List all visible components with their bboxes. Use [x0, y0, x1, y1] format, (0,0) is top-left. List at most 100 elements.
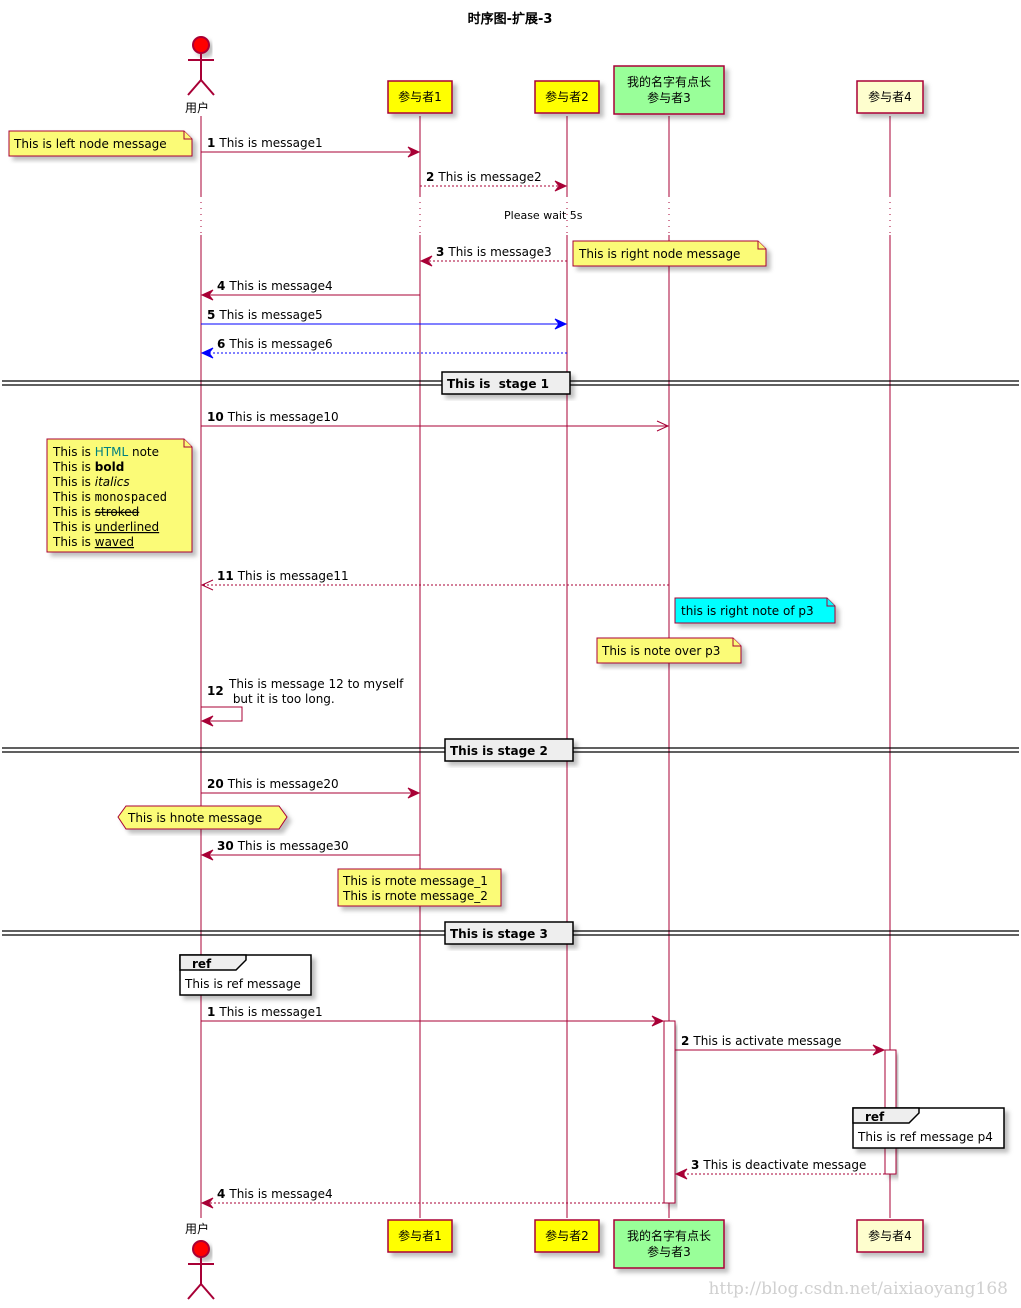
message: 3 This is message3 — [419, 245, 567, 267]
participant-p3: 我的名字有点长参与者3 — [613, 65, 725, 115]
note-text: This is rnote message_2 — [342, 889, 488, 903]
message-label: 11 This is message11 — [217, 569, 349, 583]
message-text: This is message5 — [218, 308, 322, 322]
message: 2 This is activate message — [675, 1034, 886, 1056]
ref-frame: ref This is ref message — [179, 954, 312, 996]
note-line-prefix: This is — [52, 475, 95, 489]
divider-label: This is stage 2 — [450, 744, 548, 758]
participant-p4: 参与者4 — [856, 1219, 924, 1253]
note-text: This is rnote message_1 — [342, 874, 488, 888]
hnote: This is hnote message — [117, 805, 288, 830]
ref-label: ref — [865, 1110, 885, 1124]
ref-frame: ref This is ref message p4 — [852, 1107, 1005, 1149]
diagram-title: 时序图-扩展-3 — [468, 11, 553, 27]
sequence-diagram: 时序图-扩展-3 Please wait 5s This is stage 1T… — [2, 11, 1019, 1300]
note-line-prefix: This is — [52, 535, 95, 549]
message: 10 This is message10 — [201, 410, 670, 432]
actor-legs-icon — [187, 78, 215, 96]
note-line-prefix: This is — [52, 490, 95, 504]
notes: This is left node message This is right n… — [8, 130, 1005, 1149]
message-text: This is message4 — [228, 279, 332, 293]
message-text: This is message4 — [228, 1187, 332, 1201]
message-text: This is message10 — [227, 410, 339, 424]
message-number: 2 — [681, 1034, 689, 1048]
message-number: 20 — [207, 777, 224, 791]
stage-divider: This is stage 1 — [2, 371, 1019, 395]
message: 11 This is message11 — [200, 569, 669, 591]
note-line-prefix: This is — [52, 460, 95, 474]
participant-label: 参与者2 — [545, 89, 589, 104]
message-label: 4 This is message4 — [217, 279, 333, 293]
note-html: This is HTML noteThis is boldThis is ita… — [46, 438, 193, 553]
divider-label: This is stage 3 — [450, 927, 548, 941]
message-number: 6 — [217, 337, 225, 351]
message-number: 5 — [207, 308, 215, 322]
message-text: This is message1 — [218, 136, 322, 150]
participant-box — [613, 65, 725, 115]
divider-label: This is stage 1 — [447, 377, 549, 391]
actor-label: 用户 — [185, 100, 209, 115]
note-line: This is bold — [52, 460, 124, 474]
note-line-prefix: This is — [52, 445, 95, 459]
participant-label: 参与者4 — [868, 1228, 912, 1243]
participant-p3: 我的名字有点长参与者3 — [613, 1219, 725, 1269]
actor-head-icon — [192, 36, 210, 54]
message: 12 This is message 12 to myself but it is… — [200, 677, 404, 727]
message-text: This is message20 — [227, 777, 339, 791]
rnote: This is rnote message_1This is rnote mes… — [337, 868, 502, 907]
ref-text: This is ref message — [184, 977, 301, 991]
note-line: This is italics — [52, 475, 130, 489]
delay-label: Please wait 5s — [504, 209, 583, 222]
message: 6 This is message6 — [200, 337, 567, 359]
message-number: 3 — [691, 1158, 699, 1172]
message-number: 4 — [217, 279, 225, 293]
message-label: 5 This is message5 — [207, 308, 323, 322]
note-fold — [183, 131, 192, 140]
messages: 1 This is message12 This is message23 This … — [200, 136, 886, 1209]
note-line: This is underlined — [52, 520, 159, 534]
participant-label: 参与者3 — [647, 90, 691, 105]
message: 1 This is message1 — [201, 1005, 665, 1027]
participant-label: 参与者1 — [398, 1228, 442, 1243]
actor-head-icon — [192, 1240, 210, 1258]
note-line-suffix: note — [128, 445, 159, 459]
ref-tab — [179, 954, 247, 971]
note-line: This is HTML note — [52, 445, 159, 459]
ref-text: This is ref message p4 — [857, 1130, 993, 1144]
message-label: 2 This is message2 — [426, 170, 542, 184]
participant-label: 参与者4 — [868, 89, 912, 104]
message-text: This is message1 — [218, 1005, 322, 1019]
note-line-styled: HTML — [95, 445, 129, 459]
participant-label: 我的名字有点长 — [627, 74, 711, 89]
note-fold — [732, 638, 741, 647]
message-text: This is message 12 to myself — [228, 677, 404, 691]
message: 20 This is message20 — [201, 777, 421, 799]
note-line-styled: italics — [95, 475, 130, 489]
message-number: 1 — [207, 136, 215, 150]
message-number: 11 — [217, 569, 234, 583]
ref-label: ref — [192, 957, 212, 971]
message-text: This is activate message — [692, 1034, 841, 1048]
actor-label: 用户 — [185, 1221, 209, 1236]
participant-box — [613, 1219, 725, 1269]
note-line-styled: stroked — [95, 505, 140, 519]
note-line-prefix: This is — [52, 505, 95, 519]
message: 4 This is message4 — [200, 279, 420, 301]
message-text: This is deactivate message — [702, 1158, 866, 1172]
note-over-p3: This is note over p3 — [596, 637, 742, 664]
arrowhead-icon — [200, 347, 214, 359]
message-text: This is message3 — [447, 245, 551, 259]
note-text: this is right note of p3 — [681, 604, 814, 618]
participant-label: 参与者3 — [647, 1244, 691, 1259]
arrowhead-icon — [674, 1168, 688, 1180]
stage-divider: This is stage 3 — [2, 921, 1019, 945]
message-text: This is message30 — [237, 839, 349, 853]
participants: 用户用户参与者1参与者1参与者2参与者2我的名字有点长参与者3我的名字有点长参与… — [185, 36, 924, 1300]
message-label: 20 This is message20 — [207, 777, 339, 791]
message-label: 1 This is message1 — [207, 1005, 323, 1019]
message-label: 1 This is message1 — [207, 136, 323, 150]
message-number: 1 — [207, 1005, 215, 1019]
actor-legs-icon — [187, 1282, 215, 1300]
message-label: 30 This is message30 — [217, 839, 349, 853]
note-right-node: This is right node message — [572, 240, 767, 267]
